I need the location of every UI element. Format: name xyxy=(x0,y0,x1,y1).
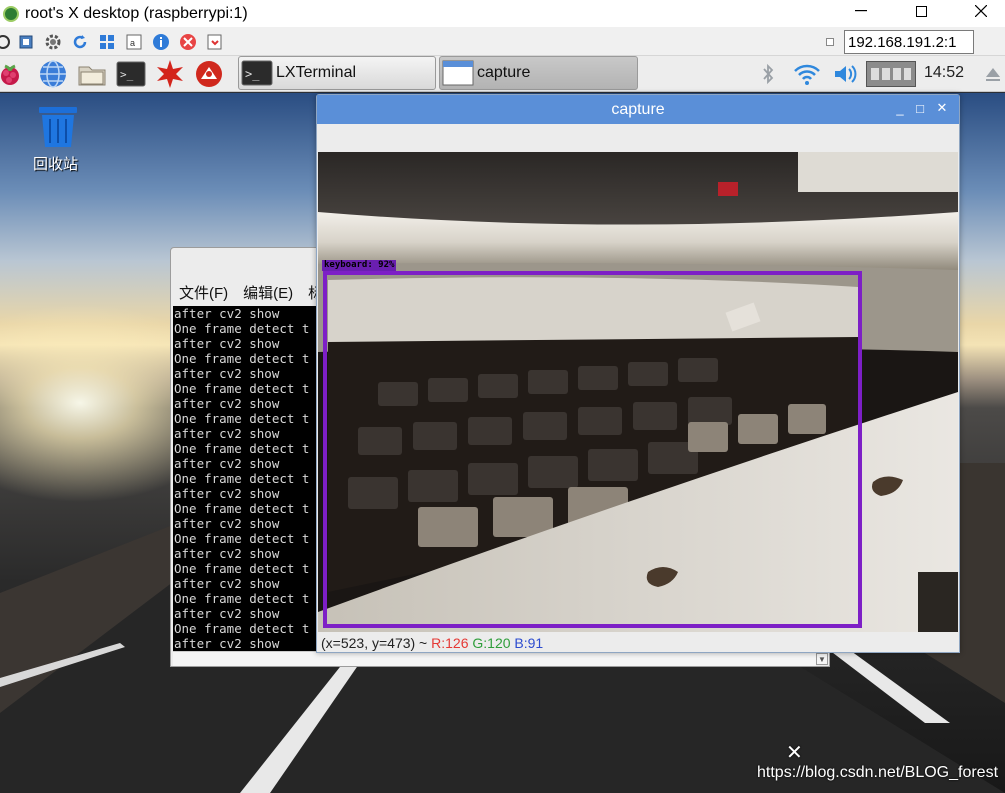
options-icon[interactable] xyxy=(0,33,12,51)
pixel-green-value: G:120 xyxy=(472,635,511,651)
menu-edit[interactable]: 编辑(E) xyxy=(243,282,293,303)
x-cursor-icon: ✕ xyxy=(786,742,803,764)
bluetooth-icon[interactable] xyxy=(758,61,778,87)
vnc-address-group xyxy=(826,30,974,54)
host-window-title: root's X desktop (raspberrypi:1) xyxy=(25,4,248,22)
taskbar-label: capture xyxy=(477,64,531,81)
taskbar-item-capture[interactable]: capture xyxy=(439,56,638,90)
cpu-monitor-icon xyxy=(866,61,916,87)
trash-icon[interactable] xyxy=(35,105,81,154)
capture-maximize-button[interactable]: □ xyxy=(911,99,929,117)
ctrl-alt-del-icon[interactable]: a xyxy=(125,33,143,51)
volume-icon[interactable] xyxy=(830,61,860,87)
maximize-button[interactable] xyxy=(898,0,944,22)
detection-bounding-box xyxy=(323,271,862,628)
vnc-address-field[interactable] xyxy=(844,30,974,54)
close-button[interactable] xyxy=(958,0,1004,22)
settings-icon[interactable] xyxy=(44,33,62,51)
eject-icon[interactable] xyxy=(982,61,1004,87)
svg-text:>_: >_ xyxy=(120,68,134,81)
pixel-red-value: R:126 xyxy=(431,635,469,651)
capture-close-button[interactable]: ✕ xyxy=(933,99,951,117)
vnc-app-icon xyxy=(3,5,19,22)
fullscreen-icon[interactable] xyxy=(17,33,35,51)
capture-window: capture _ □ ✕ keyboard: 92% (x=523, y=47… xyxy=(316,94,960,653)
file-manager-icon[interactable] xyxy=(77,59,107,89)
pixel-coordinates: (x=523, y=473) ~ xyxy=(321,635,432,651)
raspberry-menu-icon[interactable] xyxy=(0,59,25,89)
host-titlebar: root's X desktop (raspberrypi:1) xyxy=(0,0,1005,27)
wifi-icon[interactable] xyxy=(792,61,822,87)
panel-clock: 14:52 xyxy=(924,64,965,81)
refresh-icon[interactable] xyxy=(71,33,89,51)
trash-label: 回收站 xyxy=(33,156,79,173)
vnc-toolbar: a xyxy=(0,27,1005,56)
browser-icon[interactable] xyxy=(38,59,68,89)
menu-file[interactable]: 文件(F) xyxy=(179,282,228,303)
capture-titlebar: capture _ □ ✕ xyxy=(317,95,959,124)
rpi-panel: >_ >_ LXTerminal capture 14:52 xyxy=(0,56,1005,92)
taskbar-label: LXTerminal xyxy=(276,64,357,81)
minimize-button[interactable] xyxy=(838,0,884,22)
svg-text:a: a xyxy=(130,38,135,48)
maximize-icon xyxy=(915,5,927,17)
window-icon xyxy=(442,60,474,86)
disconnect-icon[interactable] xyxy=(179,33,197,51)
close-icon xyxy=(975,5,987,17)
camera-frame[interactable]: keyboard: 92% xyxy=(318,152,958,632)
pixel-blue-value: B:91 xyxy=(514,635,544,651)
math-kernel-icon[interactable] xyxy=(155,59,185,89)
address-checkbox[interactable] xyxy=(826,38,834,46)
pixel-status-bar: (x=523, y=473) ~ R:126 G:120 B:91 xyxy=(321,635,543,651)
minimize-icon xyxy=(855,10,867,12)
terminal-launcher-icon[interactable]: >_ xyxy=(116,59,146,89)
svg-text:>_: >_ xyxy=(245,67,260,81)
terminal-icon: >_ xyxy=(241,60,273,86)
capture-minimize-button[interactable]: _ xyxy=(891,99,909,117)
scroll-down-icon[interactable]: ▼ xyxy=(816,653,828,665)
terminal-menubar: 文件(F) 编辑(E) 标 xyxy=(179,282,338,303)
windows-key-icon[interactable] xyxy=(98,33,116,51)
transfer-icon[interactable] xyxy=(206,33,224,51)
info-icon[interactable] xyxy=(152,33,170,51)
detection-label: keyboard: 92% xyxy=(322,260,397,271)
watermark: https://blog.csdn.net/BLOG_forest xyxy=(757,764,999,781)
wolfram-icon[interactable] xyxy=(194,59,224,89)
taskbar-item-lxterminal[interactable]: >_ LXTerminal xyxy=(238,56,436,90)
terminal-scrollbar[interactable] xyxy=(173,651,816,666)
capture-title: capture xyxy=(611,100,665,118)
